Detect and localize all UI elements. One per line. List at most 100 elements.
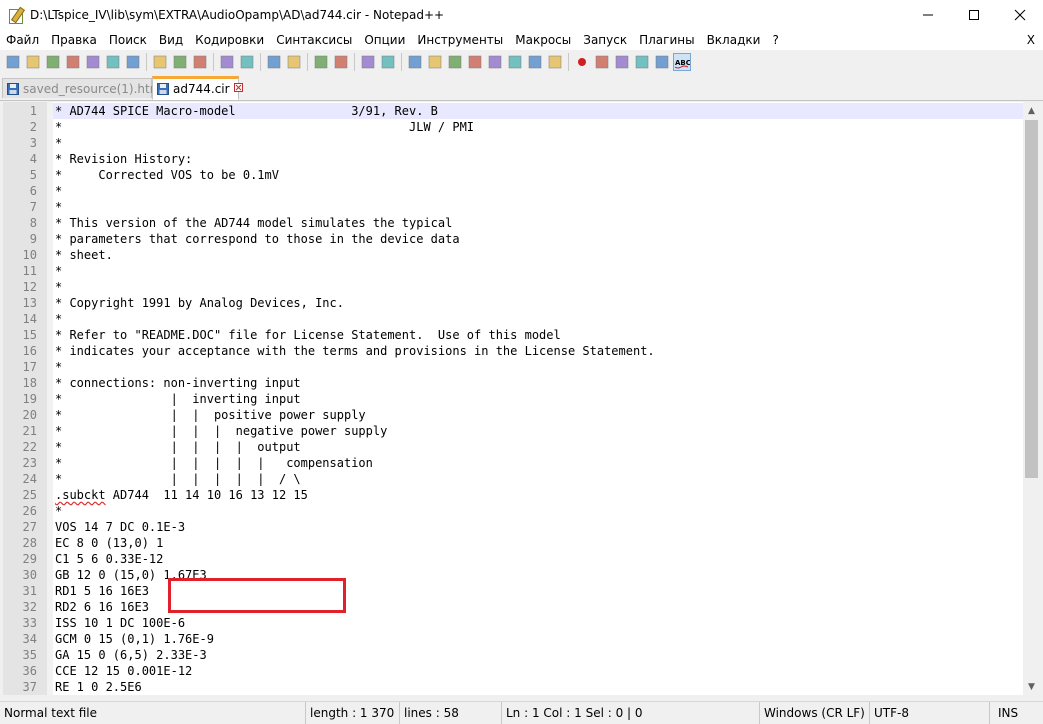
code-text: EC 8 0 (13,0) 1 bbox=[55, 536, 164, 550]
minimize-button[interactable] bbox=[905, 0, 951, 30]
undo-icon[interactable] bbox=[219, 54, 235, 70]
spell-check-icon[interactable]: ABC bbox=[673, 53, 691, 71]
code-text: * Revision History: bbox=[55, 152, 193, 166]
scroll-up-icon[interactable]: ▲ bbox=[1023, 102, 1040, 119]
toolbar-separator bbox=[213, 53, 214, 71]
word-wrap-icon[interactable] bbox=[407, 54, 423, 70]
menu-item-10[interactable]: Плагины bbox=[633, 30, 700, 50]
status-encoding[interactable]: UTF-8 bbox=[870, 702, 990, 724]
close-document-button[interactable]: X bbox=[1027, 30, 1035, 50]
play-macro-icon[interactable] bbox=[614, 54, 630, 70]
menu-item-2[interactable]: Поиск bbox=[103, 30, 153, 50]
menu-item-5[interactable]: Синтаксисы bbox=[270, 30, 358, 50]
toolbar-separator bbox=[401, 53, 402, 71]
zoom-in-icon[interactable] bbox=[313, 54, 329, 70]
menu-item-0[interactable]: Файл bbox=[0, 30, 45, 50]
line-number: 37 bbox=[22, 680, 37, 694]
menu-item-9[interactable]: Запуск bbox=[577, 30, 633, 50]
indent-guide-icon[interactable] bbox=[447, 54, 463, 70]
line-number: 10 bbox=[22, 248, 37, 262]
code-text: VOS 14 7 DC 0.1E-3 bbox=[55, 520, 186, 534]
save-macro-icon[interactable] bbox=[654, 54, 670, 70]
save-all-icon[interactable] bbox=[65, 54, 81, 70]
run-macro-multiple-icon[interactable] bbox=[634, 54, 650, 70]
line-number: 35 bbox=[22, 648, 37, 662]
menu-item-1[interactable]: Правка bbox=[45, 30, 103, 50]
user-lang-icon[interactable] bbox=[467, 54, 483, 70]
vertical-scrollbar[interactable]: ▲ ▼ bbox=[1023, 102, 1040, 695]
toolbar-separator bbox=[260, 53, 261, 71]
code-text: * bbox=[55, 264, 63, 278]
paste-icon[interactable] bbox=[192, 54, 208, 70]
line-number: 30 bbox=[22, 568, 37, 582]
tab-close-icon[interactable] bbox=[233, 83, 243, 95]
sync-horizontal-icon[interactable] bbox=[380, 54, 396, 70]
line-number: 9 bbox=[29, 232, 37, 246]
menu-item-12[interactable]: ? bbox=[766, 30, 784, 50]
line-number: 31 bbox=[22, 584, 37, 598]
redo-icon[interactable] bbox=[239, 54, 255, 70]
status-length: length : 1 370 bbox=[306, 702, 400, 724]
line-number: 7 bbox=[29, 200, 37, 214]
menu-item-8[interactable]: Макросы bbox=[509, 30, 577, 50]
code-text: * | | | | | / \ bbox=[55, 472, 301, 486]
scroll-down-icon[interactable]: ▼ bbox=[1023, 678, 1040, 695]
show-all-chars-icon[interactable] bbox=[427, 54, 443, 70]
doc-map-icon[interactable] bbox=[487, 54, 503, 70]
fold-margin bbox=[47, 102, 53, 695]
close-icon[interactable] bbox=[85, 54, 101, 70]
code-text: * Corrected VOS to be 0.1mV bbox=[55, 168, 279, 182]
toolbar-separator bbox=[568, 53, 569, 71]
tab-ad744[interactable]: ad744.cir bbox=[152, 76, 243, 100]
line-number: 6 bbox=[29, 184, 37, 198]
zoom-out-icon[interactable] bbox=[333, 54, 349, 70]
folder-as-workspace-icon[interactable] bbox=[527, 54, 543, 70]
menu-item-7[interactable]: Инструменты bbox=[411, 30, 509, 50]
line-number: 18 bbox=[22, 376, 37, 390]
maximize-button[interactable] bbox=[951, 0, 997, 30]
menu-item-3[interactable]: Вид bbox=[153, 30, 189, 50]
line-number: 13 bbox=[22, 296, 37, 310]
code-text: RE 1 0 2.5E6 bbox=[55, 680, 142, 694]
text-editor[interactable]: 1 * AD744 SPICE Macro-model 3/91, Rev. B 2… bbox=[3, 102, 1023, 695]
save-icon[interactable] bbox=[45, 54, 61, 70]
line-number: 33 bbox=[22, 616, 37, 630]
menu-item-4[interactable]: Кодировки bbox=[189, 30, 270, 50]
record-macro-icon[interactable] bbox=[574, 54, 590, 70]
status-file-type: Normal text file bbox=[0, 702, 306, 724]
print-icon[interactable] bbox=[125, 54, 141, 70]
tab-saved-resource[interactable]: saved_resource(1).html bbox=[2, 78, 165, 98]
status-eol[interactable]: Windows (CR LF) bbox=[760, 702, 870, 724]
scrollbar-thumb[interactable] bbox=[1025, 120, 1038, 478]
stop-macro-icon[interactable] bbox=[594, 54, 610, 70]
monitoring-icon[interactable] bbox=[547, 54, 563, 70]
open-file-icon[interactable] bbox=[25, 54, 41, 70]
close-button[interactable] bbox=[997, 0, 1043, 30]
replace-icon[interactable] bbox=[286, 54, 302, 70]
tab-label: saved_resource(1).html bbox=[23, 81, 165, 96]
line-number: 20 bbox=[22, 408, 37, 422]
find-icon[interactable] bbox=[266, 54, 282, 70]
window-title: D:\LTspice_IV\lib\sym\EXTRA\AudioOpamp\A… bbox=[30, 8, 445, 22]
notepad-plus-plus-icon bbox=[8, 6, 26, 24]
new-file-icon[interactable] bbox=[5, 54, 21, 70]
sync-vertical-icon[interactable] bbox=[360, 54, 376, 70]
close-all-icon[interactable] bbox=[105, 54, 121, 70]
copy-icon[interactable] bbox=[172, 54, 188, 70]
line-number: 19 bbox=[22, 392, 37, 406]
code-text: * AD744 SPICE Macro-model 3/91, Rev. B bbox=[55, 104, 438, 118]
function-list-icon[interactable] bbox=[507, 54, 523, 70]
tab-bar: saved_resource(1).html ad744.cir bbox=[0, 74, 1043, 101]
line-number: 12 bbox=[22, 280, 37, 294]
status-mode: INS bbox=[998, 706, 1019, 720]
line-number: 16 bbox=[22, 344, 37, 358]
cut-icon[interactable] bbox=[152, 54, 168, 70]
code-text: .subckt AD744 11 14 10 16 13 12 15 bbox=[55, 488, 308, 502]
menu-item-11[interactable]: Вкладки bbox=[701, 30, 767, 50]
toolbar-separator bbox=[146, 53, 147, 71]
maximize-icon bbox=[969, 10, 979, 20]
line-number: 5 bbox=[29, 168, 37, 182]
line-number: 25 bbox=[22, 488, 37, 502]
menu-item-6[interactable]: Опции bbox=[358, 30, 411, 50]
code-text: * bbox=[55, 184, 63, 198]
